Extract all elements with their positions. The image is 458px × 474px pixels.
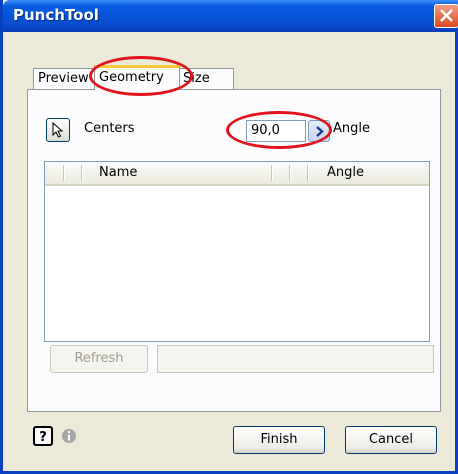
cursor-arrow-icon xyxy=(52,122,64,138)
header-separator xyxy=(81,165,83,181)
centers-label: Centers xyxy=(84,121,135,136)
cancel-button[interactable]: Cancel xyxy=(345,426,437,454)
close-button[interactable] xyxy=(434,4,458,28)
select-centers-button[interactable] xyxy=(46,118,70,142)
angle-label: Angle xyxy=(333,121,370,136)
chevron-right-icon xyxy=(316,126,324,137)
title-bar[interactable]: PunchTool xyxy=(3,0,458,32)
tab-size-label: Size xyxy=(183,71,210,86)
close-icon xyxy=(440,9,453,22)
refresh-button[interactable]: Refresh xyxy=(50,345,148,373)
header-separator xyxy=(307,165,309,181)
tab-geometry-label: Geometry xyxy=(99,70,164,85)
tab-size[interactable]: Size xyxy=(178,68,234,90)
finish-button[interactable]: Finish xyxy=(233,426,325,454)
angle-input[interactable]: 90,0 xyxy=(246,120,306,142)
info-icon xyxy=(62,429,76,443)
list-header: Name Angle xyxy=(45,162,429,186)
centers-list[interactable]: Name Angle xyxy=(44,161,430,342)
help-icon: ? xyxy=(39,430,47,445)
tab-geometry[interactable]: Geometry xyxy=(94,65,180,90)
tab-preview[interactable]: Preview xyxy=(33,68,97,90)
svg-text:?: ? xyxy=(39,430,47,443)
status-field xyxy=(157,345,434,373)
header-separator xyxy=(63,165,65,181)
angle-expand-button[interactable] xyxy=(308,120,330,142)
tab-preview-label: Preview xyxy=(38,71,89,86)
info-button[interactable] xyxy=(61,428,77,448)
help-button[interactable]: ? xyxy=(33,426,53,446)
header-separator xyxy=(289,165,291,181)
column-header-angle[interactable]: Angle xyxy=(327,165,364,180)
header-separator xyxy=(271,165,273,181)
window-title: PunchTool xyxy=(13,6,99,24)
column-header-name[interactable]: Name xyxy=(99,165,137,180)
